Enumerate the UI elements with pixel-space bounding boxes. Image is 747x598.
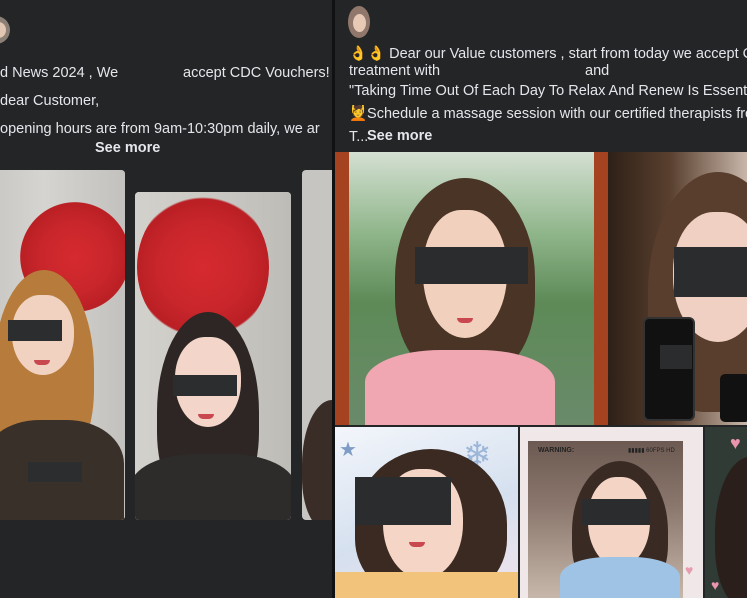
right-post-text-line-3: "Taking Time Out Of Each Day To Relax An… bbox=[349, 83, 747, 99]
camera-label: ▮▮▮▮▮ 60FPS HD bbox=[628, 448, 675, 454]
left-post-text-line-2: dear Customer, bbox=[0, 93, 100, 109]
left-post-photo-1[interactable] bbox=[0, 170, 125, 520]
face-redaction bbox=[355, 477, 451, 525]
right-see-more-link[interactable]: See more bbox=[367, 128, 432, 144]
right-post: 👌👌 Dear our Value customers , start from… bbox=[335, 0, 747, 598]
right-post-photo-5[interactable]: ♥ ♥ bbox=[705, 427, 747, 598]
right-post-photo-1[interactable] bbox=[335, 152, 608, 425]
face-redaction bbox=[415, 247, 528, 284]
right-post-avatar[interactable] bbox=[348, 6, 370, 38]
right-post-text-line-5: T... bbox=[349, 129, 369, 145]
right-post-text-line-1: 👌👌 Dear our Value customers , start from… bbox=[349, 46, 747, 62]
right-post-photo-3[interactable]: ❄ ★ bbox=[335, 427, 518, 598]
face-redaction bbox=[674, 247, 747, 297]
phone-redaction bbox=[660, 345, 692, 369]
left-post: d News 2024 , We accept CDC Vouchers! de… bbox=[0, 0, 332, 598]
shirt-redaction bbox=[28, 462, 82, 482]
left-post-text-line-3: opening hours are from 9am-10:30pm daily… bbox=[0, 121, 320, 137]
left-post-text-line-1: d News 2024 , We bbox=[0, 65, 119, 81]
right-post-text-line-2a: treatment with bbox=[349, 63, 441, 79]
right-post-text-line-2b: and bbox=[585, 63, 610, 79]
left-post-photo-2[interactable] bbox=[135, 192, 291, 520]
face-redaction bbox=[8, 320, 62, 341]
left-post-photo-3[interactable] bbox=[302, 170, 332, 520]
right-post-text-line-4: 💆Schedule a massage session with our cer… bbox=[349, 106, 747, 122]
right-post-photo-4[interactable]: WARNING: ▮▮▮▮▮ 60FPS HD ♥ bbox=[520, 427, 703, 598]
left-see-more-link[interactable]: See more bbox=[95, 140, 160, 156]
face-redaction bbox=[173, 375, 237, 396]
warning-label: WARNING: bbox=[538, 447, 575, 454]
left-post-avatar[interactable] bbox=[0, 16, 10, 44]
face-redaction bbox=[582, 499, 650, 525]
left-post-text-line-1b: accept CDC Vouchers! bbox=[183, 65, 330, 81]
right-post-photo-2[interactable] bbox=[608, 152, 747, 425]
